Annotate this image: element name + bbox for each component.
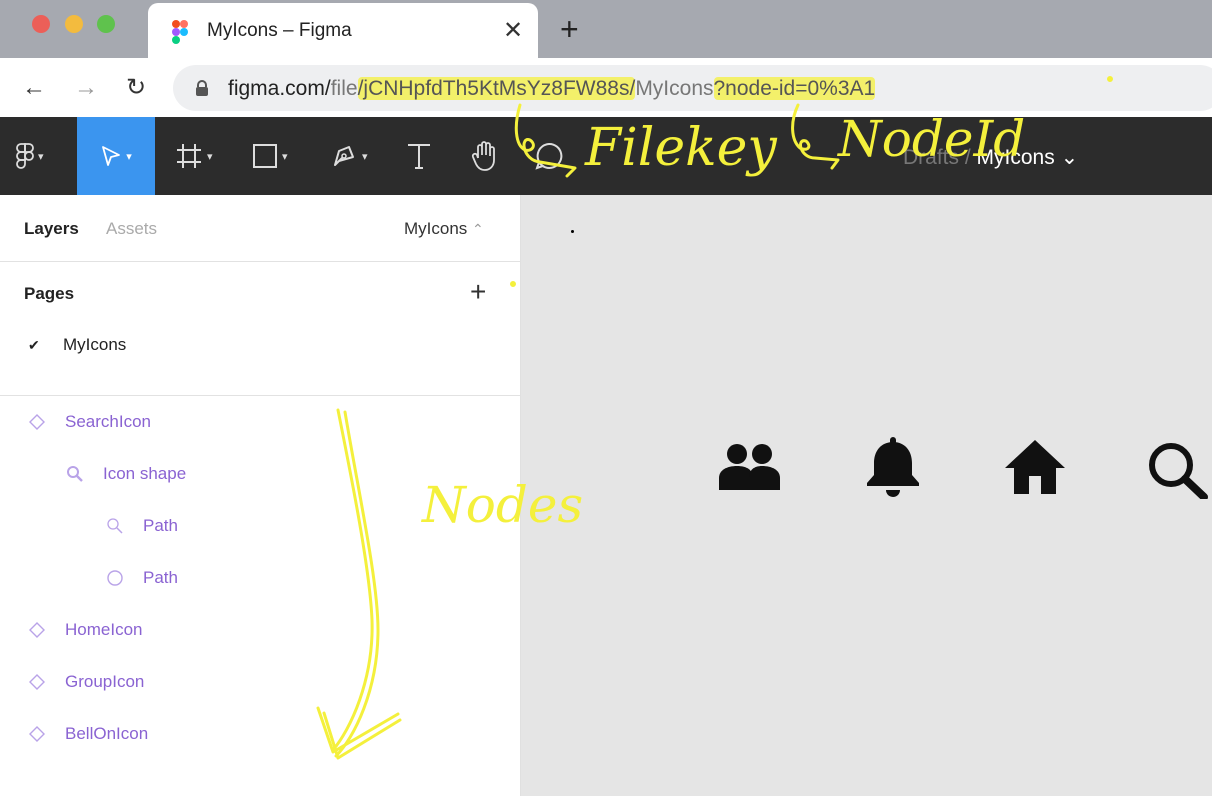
annotation-nodeid: NodeId bbox=[838, 110, 1026, 168]
annotation-nodes: Nodes bbox=[422, 476, 584, 534]
annotation-filekey: Filekey bbox=[585, 118, 777, 178]
